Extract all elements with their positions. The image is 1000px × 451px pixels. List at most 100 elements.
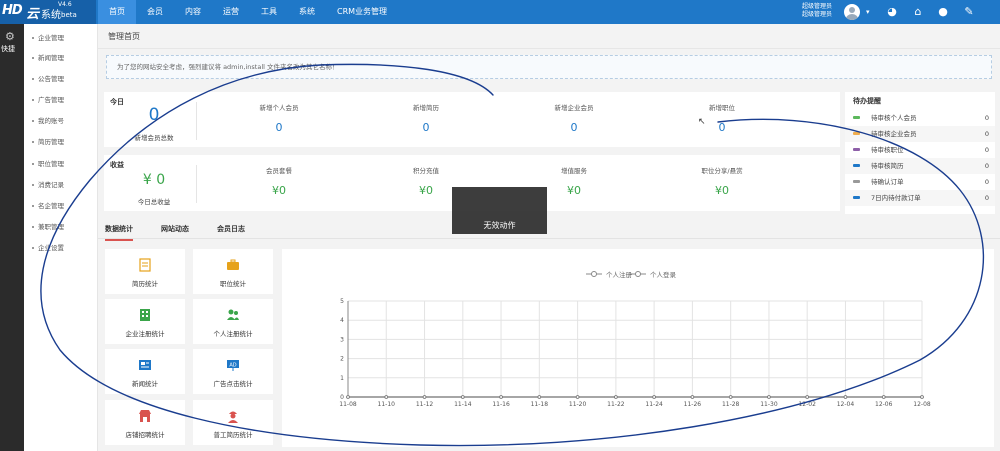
data-point — [767, 395, 771, 399]
data-point — [881, 395, 886, 399]
nav-system[interactable]: 系统 — [288, 0, 326, 24]
data-point — [537, 395, 542, 399]
sidebar-item-famous[interactable]: 名企管理 — [24, 196, 98, 217]
y-tick-label: 3 — [340, 336, 344, 343]
todo-count: 0 — [984, 162, 989, 170]
user-icon[interactable]: ● — [936, 5, 950, 19]
gear-icon[interactable]: ⚙ — [5, 30, 15, 43]
stat-value: 0 — [718, 121, 726, 134]
todo-label: 待审核简历 — [871, 162, 904, 170]
tile-worker-resume-stats[interactable]: 普工简历统计 — [193, 400, 273, 445]
x-tick-label: 12-06 — [875, 401, 893, 408]
sidebar-item-announcement[interactable]: 公告管理 — [24, 69, 98, 90]
todo-label: 待审核职位 — [871, 146, 904, 154]
x-tick-label: 11-28 — [722, 401, 740, 408]
sidebar-item-consumption[interactable]: 消费记录 — [24, 175, 98, 196]
todo-item-resume[interactable]: 待审核简历 0 — [845, 158, 995, 174]
stat-member-package[interactable]: 会员套餐 ¥0 — [229, 165, 329, 197]
data-point — [499, 395, 503, 399]
stat-value: 0 — [275, 121, 283, 134]
tile-label: 企业注册统计 — [125, 330, 165, 338]
stat-value: ¥0 — [715, 184, 729, 197]
tile-label: 店铺招聘统计 — [125, 431, 165, 439]
todo-count: 0 — [984, 178, 989, 186]
income-title: 收益 — [110, 161, 124, 169]
stat-new-job[interactable]: 新增职位 0 — [672, 102, 772, 134]
todo-item-order[interactable]: 待确认订单 0 — [845, 174, 995, 190]
logo-beta: beta — [61, 11, 77, 19]
quick-bar: ⚙ 快捷 — [0, 24, 24, 451]
nav-home[interactable]: 首页 — [98, 0, 136, 24]
home-icon[interactable]: ⌂ — [911, 5, 925, 19]
sidebar-item-ads[interactable]: 广告管理 — [24, 90, 98, 111]
todo-label: 待审核企业会员 — [871, 130, 917, 138]
data-point — [575, 395, 580, 399]
data-point — [690, 395, 695, 399]
ad-icon: AD — [227, 360, 239, 371]
sidebar-item-news[interactable]: 新闻管理 — [24, 48, 98, 69]
tab-site-activity[interactable]: 网站动态 — [161, 224, 189, 234]
tile-news-stats[interactable]: 新闻统计 — [105, 349, 185, 394]
avatar[interactable] — [844, 4, 860, 20]
palette-icon[interactable]: ◕ — [885, 5, 899, 19]
logo-hd: HD — [2, 3, 23, 18]
title-divider — [98, 48, 1000, 49]
quick-label[interactable]: 快捷 — [1, 44, 15, 54]
sidebar-item-jobs[interactable]: 职位管理 — [24, 154, 98, 175]
x-tick-label: 11-24 — [645, 401, 663, 408]
legend-marker — [635, 271, 641, 277]
stat-new-resume[interactable]: 新增简历 0 — [376, 102, 476, 134]
stat-new-company[interactable]: 新增企业会员 0 — [524, 102, 624, 134]
tile-label: 普工简历统计 — [213, 431, 253, 439]
income-divider — [196, 165, 197, 203]
sidebar-item-parttime[interactable]: 兼职管理 — [24, 217, 98, 238]
stat-label: 新增简历 — [413, 104, 439, 112]
x-tick-label: 11-10 — [378, 401, 396, 408]
todo-marker — [853, 164, 860, 167]
stat-label: 积分充值 — [413, 167, 439, 175]
broom-icon[interactable]: ✎ — [962, 5, 976, 19]
tile-shop-recruit-stats[interactable]: 店铺招聘统计 — [105, 400, 185, 445]
toast-text: 无效动作 — [483, 221, 516, 230]
todo-item-unpaid[interactable]: 7日内待付款订单 0 — [845, 190, 995, 206]
nav-member[interactable]: 会员 — [136, 0, 174, 24]
todo-count: 0 — [984, 114, 989, 122]
tabs-divider — [98, 238, 1000, 239]
tile-job-stats[interactable]: 职位统计 — [193, 249, 273, 294]
sidebar-item-company[interactable]: 企业管理 — [24, 28, 98, 49]
stat-label: 职位分享/悬赏 — [701, 167, 743, 175]
tile-personal-reg-stats[interactable]: 个人注册统计 — [193, 299, 273, 344]
todo-item-company[interactable]: 待审核企业会员 0 — [845, 126, 995, 142]
sidebar-item-account[interactable]: 我的账号 — [24, 111, 98, 132]
x-tick-label: 11-12 — [416, 401, 434, 408]
nav-crm[interactable]: CRM业务管理 — [326, 0, 398, 24]
data-point — [614, 395, 618, 399]
today-divider — [196, 102, 197, 140]
chevron-down-icon[interactable]: ▾ — [866, 8, 870, 16]
stat-new-personal[interactable]: 新增个人会员 0 — [229, 102, 329, 134]
chart-svg: 个人注册 个人登录 0 1 2 3 4 5 11-08 11-10 11-12 11-14 11-16 1… — [339, 270, 931, 408]
logo[interactable]: HD 云 系统 V4.6 beta — [0, 0, 96, 24]
stat-job-reward[interactable]: 职位分享/悬赏 ¥0 — [672, 165, 772, 197]
sidebar-item-resume[interactable]: 简历管理 — [24, 132, 98, 153]
legend-label: 个人注册 — [606, 270, 633, 279]
tile-resume-stats[interactable]: 简历统计 — [105, 249, 185, 294]
stat-label: 增值服务 — [561, 167, 587, 175]
data-point — [805, 395, 809, 399]
tab-member-log[interactable]: 会员日志 — [217, 224, 245, 234]
today-panel: 今日 0 新增会员总数 新增个人会员 0 新增简历 0 新增企业会员 0 新增职… — [104, 92, 840, 147]
todo-panel: 待办提醒 待审核个人会员 0 待审核企业会员 0 待审核职位 0 待审核简历 0… — [845, 92, 995, 214]
nav-tools[interactable]: 工具 — [250, 0, 288, 24]
data-point — [384, 395, 389, 399]
todo-item-personal[interactable]: 待审核个人会员 0 — [845, 110, 995, 126]
todo-item-job[interactable]: 待审核职位 0 — [845, 142, 995, 158]
stat-label: 新增职位 — [709, 104, 735, 112]
nav-content[interactable]: 内容 — [174, 0, 212, 24]
sidebar-item-settings[interactable]: 企业设置 — [24, 238, 98, 259]
todo-marker — [853, 116, 860, 119]
tile-ad-click-stats[interactable]: AD 广告点击统计 — [193, 349, 273, 394]
toast-message: 无效动作 — [452, 187, 547, 234]
tile-company-reg-stats[interactable]: 企业注册统计 — [105, 299, 185, 344]
todo-label: 待审核个人会员 — [871, 114, 917, 122]
nav-operation[interactable]: 运营 — [212, 0, 250, 24]
